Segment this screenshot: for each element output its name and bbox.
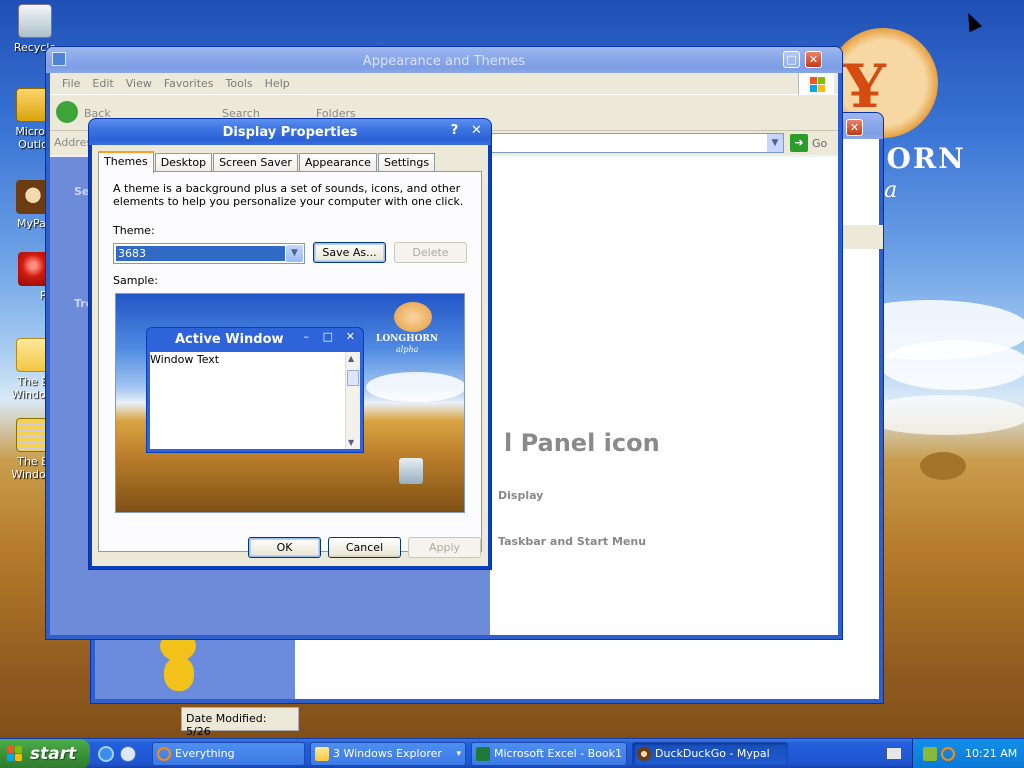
taskbar-button-label: Microsoft Excel - Book1 [494,747,623,760]
tab-desktop[interactable]: Desktop [154,153,213,172]
link-display[interactable]: Display [498,489,543,502]
go-arrow-icon[interactable]: ➜ [790,134,808,152]
help-icon[interactable]: ? [446,123,463,140]
search-icon[interactable] [941,747,955,761]
ok-button[interactable]: OK [248,537,321,558]
taskbar-button-windows-explorer[interactable]: 3 Windows Explorer ▾ [310,742,466,766]
sample-active-window: Active Window – □ ✕ Window Text ▲ ▼ [146,327,364,453]
clock[interactable]: 10:21 AM [965,739,1017,768]
menu-view[interactable]: View [120,77,158,90]
theme-description: A theme is a background plus a set of so… [113,182,464,208]
link-taskbar-start-menu[interactable]: Taskbar and Start Menu [498,535,646,548]
mypal-icon [637,747,651,761]
taskbar-button-label: Everything [175,747,235,760]
taskbar-button-excel[interactable]: Microsoft Excel - Book1 [471,742,627,766]
back-arrow-icon[interactable] [56,101,78,123]
address-label: Addres [54,136,93,149]
go-label[interactable]: Go [812,137,827,150]
recycle-bin-icon [18,4,52,38]
cloud [880,340,1024,390]
menu-bar: File Edit View Favorites Tools Help [50,73,838,95]
apply-button[interactable]: Apply [408,537,481,558]
mouse-cursor-icon [961,9,983,33]
tray-app-icon[interactable] [923,747,937,761]
tab-themes[interactable]: Themes [98,151,154,173]
sample-logo-text: LONGHORN [376,334,439,344]
keyboard-icon[interactable] [886,747,902,760]
search-icon [157,747,171,761]
chevron-up-icon: ▲ [348,354,355,363]
chevron-down-icon: ▾ [456,749,461,759]
longhorn-logo-icon [394,302,432,332]
close-icon[interactable]: ✕ [805,51,822,68]
cloud [366,372,464,402]
tab-strip: Themes Desktop Screen Saver Appearance S… [98,151,436,173]
chevron-down-icon[interactable]: ▼ [767,134,783,152]
cloud [860,395,1024,435]
sample-scrollbar: ▲ ▼ [345,352,360,449]
cancel-button[interactable]: Cancel [328,537,401,558]
maximize-icon: □ [322,330,333,343]
sample-label: Sample: [113,274,158,287]
explorer-title: Appearance and Themes [362,54,526,69]
dialog-titlebar[interactable]: Display Properties ? ✕ [89,119,491,145]
theme-select-value: 3683 [116,246,285,261]
system-tray: 10:21 AM [912,739,1024,768]
sample-preview: LONGHORN alpha Active Window – □ ✕ Windo… [115,293,465,513]
taskbar-button-everything[interactable]: Everything [152,742,305,766]
taskbar-button-label: 3 Windows Explorer [333,747,442,760]
start-button[interactable]: start [0,739,90,768]
panel-heading: l Panel icon [504,429,660,457]
menu-tools[interactable]: Tools [220,77,259,90]
sample-logo-sub: alpha [396,345,419,354]
explorer-titlebar[interactable]: Appearance and Themes □ ✕ [46,47,842,73]
dog-search-assistant-icon[interactable] [150,631,210,697]
menu-file[interactable]: File [56,77,86,90]
recycle-bin-icon [399,458,423,484]
dialog-title: Display Properties [222,125,358,140]
menu-edit[interactable]: Edit [86,77,119,90]
windows-flag-icon [7,746,23,762]
excel-icon [476,747,490,761]
tab-settings[interactable]: Settings [377,153,436,172]
close-icon[interactable]: ✕ [846,119,863,136]
theme-label: Theme: [113,224,155,237]
save-as-button[interactable]: Save As... [313,242,386,263]
scroll-thumb [347,370,359,386]
close-icon[interactable]: ✕ [468,123,485,140]
taskbar: start Everything 3 Windows Explorer ▾ Mi… [0,738,1024,768]
minimize-icon: – [303,330,310,343]
menu-favorites[interactable]: Favorites [158,77,220,90]
tab-screen-saver[interactable]: Screen Saver [213,153,298,172]
hay-bale [920,452,966,480]
sample-window-body: Window Text ▲ ▼ [150,352,360,449]
folder-icon [315,747,329,761]
display-properties-dialog[interactable]: Display Properties ? ✕ Themes Desktop Sc… [88,118,492,570]
tab-appearance[interactable]: Appearance [298,153,377,172]
menu-help[interactable]: Help [259,77,296,90]
maximize-icon[interactable]: □ [783,51,800,68]
chevron-down-icon: ▼ [348,438,355,447]
close-icon: ✕ [345,330,355,343]
dialog-body: Themes Desktop Screen Saver Appearance S… [92,145,488,566]
ie-icon[interactable] [98,746,114,762]
start-label: start [30,744,77,764]
browser-icon[interactable] [120,746,136,762]
themes-panel: A theme is a background plus a set of so… [98,171,482,552]
delete-button[interactable]: Delete [394,242,467,263]
taskbar-button-label: DuckDuckGo - Mypal [655,747,770,760]
explorer-content [490,157,838,635]
chevron-down-icon[interactable]: ▼ [286,245,303,262]
taskbar-button-mypal[interactable]: DuckDuckGo - Mypal [632,742,788,766]
status-date-modified: Date Modified: 5/26 [181,707,299,738]
sample-window-text: Window Text [150,353,220,366]
windows-flag-icon [798,73,834,95]
address-input[interactable]: ▼ [490,133,784,153]
theme-select[interactable]: 3683 ▼ [113,243,305,264]
